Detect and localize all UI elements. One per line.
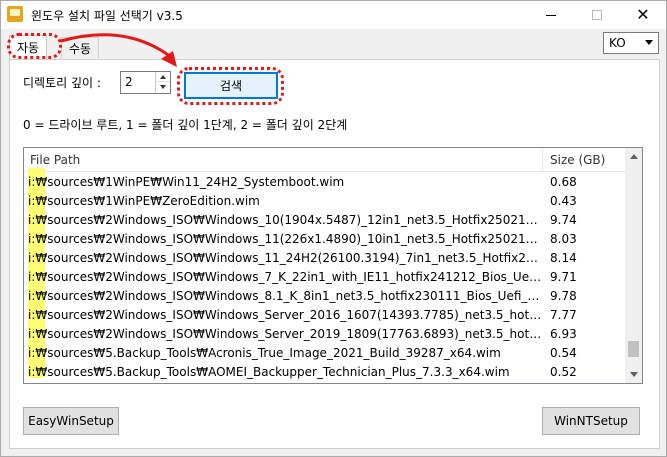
list-item[interactable]: i:₩sources₩2Windows_ISO₩Windows_11_24H2(…: [24, 249, 626, 268]
file-path: i:₩sources₩1WinPE₩Win11_24H2_Systemboot.…: [28, 175, 345, 189]
file-path: i:₩sources₩5.Backup_Tools₩Acronis_True_I…: [28, 346, 501, 360]
chevron-down-icon: [645, 40, 653, 45]
file-path: i:₩sources₩2Windows_ISO₩Windows_7_K_22in…: [28, 270, 542, 284]
file-size: 0.54: [550, 346, 577, 360]
file-path: i:₩sources₩2Windows_ISO₩Windows_10(1904x…: [28, 213, 542, 227]
list-item[interactable]: i:₩sources₩5.Backup_Tools₩Acronis_True_I…: [24, 344, 626, 363]
chevron-up-icon: [629, 154, 638, 159]
app-icon: [7, 6, 23, 22]
language-value: KO: [609, 36, 626, 50]
file-size: 6.93: [550, 327, 577, 341]
list-item[interactable]: i:₩sources₩5.Backup_Tools₩AOMEI_Backuppe…: [24, 363, 626, 382]
title-bar[interactable]: 윈도우 설치 파일 선택기 v3.5 ✕: [1, 1, 666, 29]
file-path: i:₩sources₩5.Backup_Tools₩AOMEI_Backuppe…: [28, 365, 510, 379]
annotation-oval-tab: [7, 33, 62, 59]
list-item[interactable]: i:₩sources₩2Windows_ISO₩Windows_7_K_22in…: [24, 268, 626, 287]
scroll-up-button[interactable]: [625, 148, 642, 165]
list-scrollbar[interactable]: [625, 148, 642, 383]
file-size: 0.52: [550, 365, 577, 379]
window-title: 윈도우 설치 파일 선택기 v3.5: [31, 9, 183, 23]
scroll-down-button[interactable]: [625, 366, 642, 383]
column-divider[interactable]: [542, 148, 543, 172]
list-item[interactable]: i:₩sources₩2Windows_ISO₩Windows_Server_2…: [24, 306, 626, 325]
list-header: File Path Size (GB): [24, 148, 626, 172]
minimize-icon: [546, 14, 556, 16]
depth-hint: 0 = 드라이브 루트, 1 = 폴더 깊이 1단계, 2 = 폴더 깊이 2단…: [23, 118, 348, 132]
list-item[interactable]: i:₩sources₩2Windows_ISO₩Windows_Server_2…: [24, 325, 626, 344]
tab-label: 수동: [69, 41, 92, 56]
close-icon: ✕: [636, 5, 650, 24]
list-item[interactable]: i:₩sources₩1WinPE₩ZeroEdition.wim 0.43: [24, 192, 626, 211]
arrow-down-icon: [160, 85, 166, 89]
depth-value: 2: [125, 75, 133, 89]
list-rows: i:₩sources₩1WinPE₩Win11_24H2_Systemboot.…: [24, 173, 626, 382]
close-button[interactable]: ✕: [620, 1, 666, 29]
column-header-size[interactable]: Size (GB): [550, 153, 605, 167]
list-item[interactable]: i:₩sources₩2Windows_ISO₩Windows_8.1_K_8i…: [24, 287, 626, 306]
file-size: 8.14: [550, 251, 577, 265]
stepper-up-button[interactable]: [156, 72, 170, 82]
file-path: i:₩sources₩2Windows_ISO₩Windows_11_24H2(…: [28, 251, 542, 265]
app-window: 윈도우 설치 파일 선택기 v3.5 ✕ 수동 자동 KO 디렉토리 깊이 : …: [0, 0, 667, 457]
depth-label: 디렉토리 깊이 :: [23, 76, 101, 90]
file-path: i:₩sources₩2Windows_ISO₩Windows_Server_2…: [28, 327, 542, 341]
tab-manual[interactable]: 수동: [61, 37, 100, 58]
winntsetup-button[interactable]: WinNTSetup: [542, 407, 640, 435]
maximize-icon: [592, 10, 602, 20]
minimize-button[interactable]: [528, 1, 574, 29]
file-size: 0.43: [550, 194, 577, 208]
file-path: i:₩sources₩1WinPE₩ZeroEdition.wim: [28, 194, 260, 208]
file-size: 9.78: [550, 289, 577, 303]
file-size: 7.77: [550, 308, 577, 322]
file-list[interactable]: File Path Size (GB) i:₩sources₩1WinPE₩Wi…: [23, 147, 643, 384]
file-size: 9.74: [550, 213, 577, 227]
list-item[interactable]: i:₩sources₩2Windows_ISO₩Windows_10(1904x…: [24, 211, 626, 230]
easywinsetup-button[interactable]: EasyWinSetup: [23, 407, 119, 435]
maximize-button[interactable]: [574, 1, 620, 29]
column-header-path[interactable]: File Path: [30, 153, 80, 167]
annotation-oval-button: [177, 67, 284, 105]
arrow-up-icon: [160, 74, 166, 79]
file-path: i:₩sources₩2Windows_ISO₩Windows_11(226x1…: [28, 232, 542, 246]
stepper-buttons: [155, 72, 170, 93]
depth-stepper[interactable]: 2: [120, 71, 171, 94]
file-size: 9.71: [550, 270, 577, 284]
chevron-down-icon: [629, 372, 638, 377]
list-item[interactable]: i:₩sources₩2Windows_ISO₩Windows_11(226x1…: [24, 230, 626, 249]
file-size: 0.68: [550, 175, 577, 189]
language-select[interactable]: KO: [603, 32, 659, 54]
scroll-thumb[interactable]: [628, 341, 639, 357]
file-path: i:₩sources₩2Windows_ISO₩Windows_Server_2…: [28, 308, 542, 322]
list-item[interactable]: i:₩sources₩1WinPE₩Win11_24H2_Systemboot.…: [24, 173, 626, 192]
file-path: i:₩sources₩2Windows_ISO₩Windows_8.1_K_8i…: [28, 289, 542, 303]
file-size: 8.03: [550, 232, 577, 246]
stepper-down-button[interactable]: [156, 82, 170, 92]
